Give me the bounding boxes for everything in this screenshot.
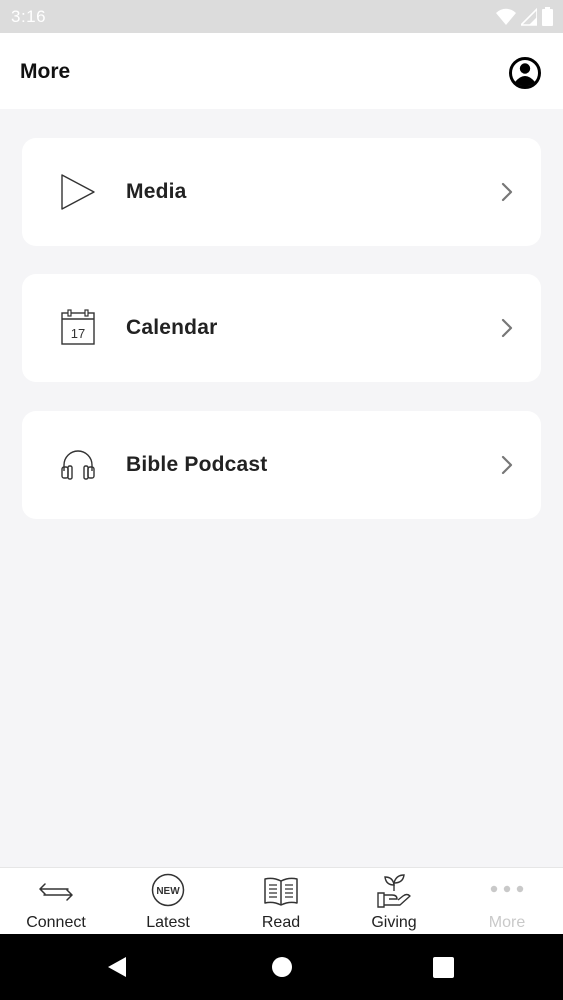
recents-icon[interactable] — [433, 957, 454, 978]
home-icon[interactable] — [271, 956, 293, 978]
tab-label: Connect — [26, 914, 86, 931]
tab-label: Giving — [371, 914, 417, 931]
chevron-right-icon — [501, 182, 513, 202]
status-bar: 3:16 — [0, 0, 563, 33]
arrows-exchange-icon — [39, 883, 73, 901]
tab-label: More — [488, 914, 526, 931]
battery-icon — [542, 7, 553, 26]
status-time: 3:16 — [11, 7, 47, 26]
tab-latest[interactable]: NEW Latest — [112, 868, 224, 935]
tab-connect[interactable]: Connect — [0, 868, 112, 935]
menu-item-media[interactable]: Media — [22, 138, 541, 246]
menu-item-label: Media — [126, 180, 187, 203]
tab-label: Read — [261, 914, 301, 931]
tab-giving[interactable]: Giving — [338, 868, 450, 935]
menu-item-label: Bible Podcast — [126, 453, 268, 476]
tab-read[interactable]: Read — [225, 868, 337, 935]
wifi-icon — [496, 8, 516, 25]
new-badge-icon: NEW — [151, 873, 185, 907]
headphones-icon — [61, 450, 95, 480]
status-icons — [496, 7, 553, 26]
giving-hand-icon — [377, 874, 411, 908]
play-icon — [61, 174, 95, 210]
more-dots-icon — [490, 885, 524, 893]
signal-icon — [521, 7, 537, 26]
back-icon[interactable] — [106, 956, 128, 978]
menu-item-label: Calendar — [126, 316, 218, 339]
app-header: More — [0, 33, 563, 109]
calendar-day-text: 17 — [71, 326, 85, 341]
bottom-tab-bar: Connect NEW Latest Read Giving More — [0, 867, 563, 934]
profile-button[interactable] — [508, 56, 542, 90]
system-nav-bar — [0, 934, 563, 1000]
chevron-right-icon — [501, 318, 513, 338]
menu-item-bible-podcast[interactable]: Bible Podcast — [22, 411, 541, 519]
tab-label: Latest — [146, 914, 190, 931]
account-icon — [509, 57, 541, 89]
new-badge-text: NEW — [156, 886, 180, 897]
calendar-icon: 17 — [61, 309, 95, 345]
menu-item-calendar[interactable]: 17 Calendar — [22, 274, 541, 382]
chevron-right-icon — [501, 455, 513, 475]
open-book-icon — [264, 877, 298, 906]
tab-more[interactable]: More — [451, 868, 563, 935]
page-title: More — [20, 60, 71, 83]
